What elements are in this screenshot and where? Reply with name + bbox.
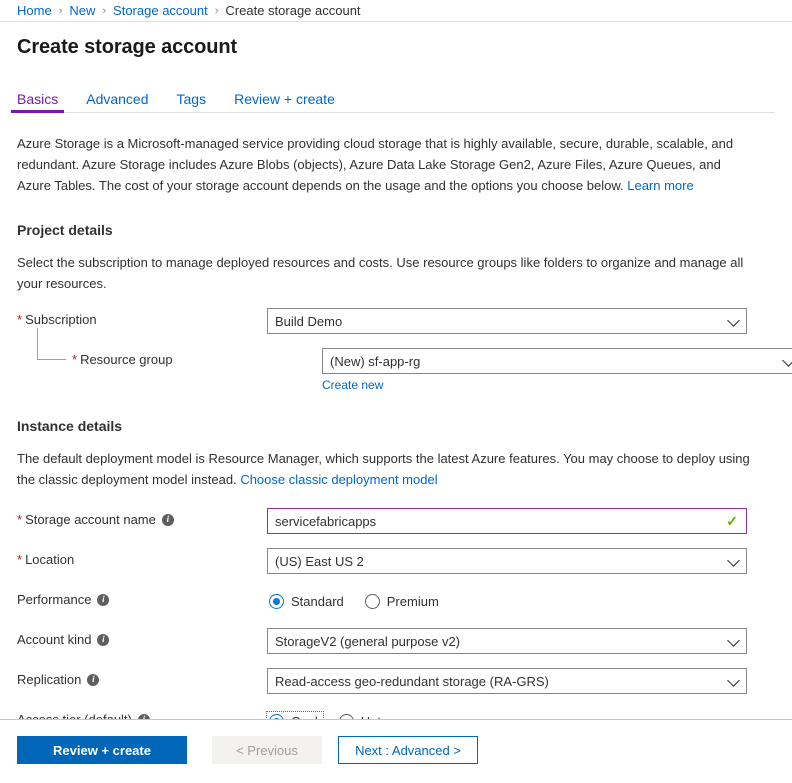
required-marker-icon: * xyxy=(17,512,22,527)
next-advanced-button[interactable]: Next : Advanced > xyxy=(338,736,478,764)
chevron-down-icon xyxy=(727,674,740,687)
required-marker-icon: * xyxy=(72,352,77,367)
choose-classic-deployment-model-link[interactable]: Choose classic deployment model xyxy=(240,472,437,487)
review-create-button[interactable]: Review + create xyxy=(17,736,187,764)
tab-basics[interactable]: Basics xyxy=(17,91,58,113)
tab-tags[interactable]: Tags xyxy=(177,91,207,113)
subscription-field: Build Demo xyxy=(267,308,747,334)
required-marker-icon: * xyxy=(17,312,22,327)
info-icon[interactable]: i xyxy=(97,594,109,606)
learn-more-link[interactable]: Learn more xyxy=(627,178,693,193)
account-kind-field: StorageV2 (general purpose v2) xyxy=(267,628,747,654)
breadcrumb-item-new[interactable]: New xyxy=(69,3,95,18)
storage-account-name-row: * Storage account name i servicefabricap… xyxy=(17,508,775,534)
instance-details-heading: Instance details xyxy=(17,418,775,434)
replication-label: Replication i xyxy=(17,668,267,687)
radio-icon xyxy=(365,594,380,609)
chevron-down-icon xyxy=(727,314,740,327)
breadcrumb: Home › New › Storage account › Create st… xyxy=(0,0,792,22)
resource-group-label-text: Resource group xyxy=(80,352,173,367)
replication-field: Read-access geo-redundant storage (RA-GR… xyxy=(267,668,747,694)
performance-option-standard[interactable]: Standard xyxy=(267,592,349,611)
subscription-value: Build Demo xyxy=(275,314,342,329)
resource-group-value: (New) sf-app-rg xyxy=(330,354,420,369)
subscription-label-text: Subscription xyxy=(25,312,97,327)
breadcrumb-separator-icon: › xyxy=(59,5,63,17)
performance-field: Standard Premium xyxy=(267,588,747,614)
chevron-down-icon xyxy=(727,634,740,647)
storage-account-name-label: * Storage account name i xyxy=(17,508,267,527)
resource-group-row: * Resource group (New) sf-app-rg Create … xyxy=(17,348,775,392)
footer-button-group: Review + create < Previous Next : Advanc… xyxy=(0,720,792,764)
performance-radio-group: Standard Premium xyxy=(267,588,747,614)
resource-group-field: (New) sf-app-rg Create new xyxy=(322,348,792,392)
info-icon[interactable]: i xyxy=(87,674,99,686)
account-kind-value: StorageV2 (general purpose v2) xyxy=(275,634,460,649)
info-icon[interactable]: i xyxy=(97,634,109,646)
subscription-select[interactable]: Build Demo xyxy=(267,308,747,334)
storage-account-name-field: servicefabricapps ✓ xyxy=(267,508,747,534)
performance-row: Performance i Standard Premium xyxy=(17,588,775,614)
valid-checkmark-icon: ✓ xyxy=(726,514,738,528)
breadcrumb-item-create-storage-account: Create storage account xyxy=(225,3,360,18)
account-kind-select[interactable]: StorageV2 (general purpose v2) xyxy=(267,628,747,654)
breadcrumb-separator-icon: › xyxy=(215,5,219,17)
location-select[interactable]: (US) East US 2 xyxy=(267,548,747,574)
location-label: * Location xyxy=(17,548,267,567)
account-kind-label-text: Account kind xyxy=(17,632,91,647)
instance-details-description: The default deployment model is Resource… xyxy=(17,448,750,490)
page-title: Create storage account xyxy=(0,22,792,59)
location-row: * Location (US) East US 2 xyxy=(17,548,775,574)
replication-value: Read-access geo-redundant storage (RA-GR… xyxy=(275,674,549,689)
previous-button: < Previous xyxy=(212,736,322,764)
tab-bar: Basics Advanced Tags Review + create xyxy=(0,83,792,113)
location-label-text: Location xyxy=(25,552,74,567)
performance-option-premium-label: Premium xyxy=(387,594,439,609)
storage-account-name-label-text: Storage account name xyxy=(25,512,156,527)
chevron-down-icon xyxy=(782,354,792,367)
resource-group-select[interactable]: (New) sf-app-rg xyxy=(322,348,792,374)
replication-label-text: Replication xyxy=(17,672,81,687)
radio-icon xyxy=(269,594,284,609)
account-kind-label: Account kind i xyxy=(17,628,267,647)
subscription-label: * Subscription xyxy=(17,308,267,327)
account-kind-row: Account kind i StorageV2 (general purpos… xyxy=(17,628,775,654)
intro-text: Azure Storage is a Microsoft-managed ser… xyxy=(17,136,733,193)
intro-paragraph: Azure Storage is a Microsoft-managed ser… xyxy=(17,133,750,196)
breadcrumb-item-storage-account[interactable]: Storage account xyxy=(113,3,208,18)
location-value: (US) East US 2 xyxy=(275,554,364,569)
location-field: (US) East US 2 xyxy=(267,548,747,574)
chevron-down-icon xyxy=(727,554,740,567)
replication-row: Replication i Read-access geo-redundant … xyxy=(17,668,775,694)
resource-group-label: * Resource group xyxy=(17,348,322,367)
tab-advanced[interactable]: Advanced xyxy=(86,91,148,113)
replication-select[interactable]: Read-access geo-redundant storage (RA-GR… xyxy=(267,668,747,694)
project-details-heading: Project details xyxy=(17,222,775,238)
storage-account-name-input[interactable]: servicefabricapps ✓ xyxy=(267,508,747,534)
info-icon[interactable]: i xyxy=(162,514,174,526)
create-new-resource-group-link[interactable]: Create new xyxy=(322,378,383,392)
tab-review-create[interactable]: Review + create xyxy=(234,91,335,113)
subscription-row: * Subscription Build Demo xyxy=(17,308,775,334)
performance-label-text: Performance xyxy=(17,592,91,607)
project-details-description: Select the subscription to manage deploy… xyxy=(17,252,750,294)
performance-option-premium[interactable]: Premium xyxy=(363,592,444,611)
breadcrumb-item-home[interactable]: Home xyxy=(17,3,52,18)
required-marker-icon: * xyxy=(17,552,22,567)
footer-bar: Review + create < Previous Next : Advanc… xyxy=(0,719,792,783)
performance-option-standard-label: Standard xyxy=(291,594,344,609)
performance-label: Performance i xyxy=(17,588,267,607)
breadcrumb-separator-icon: › xyxy=(102,5,106,17)
storage-account-name-value: servicefabricapps xyxy=(275,514,376,529)
